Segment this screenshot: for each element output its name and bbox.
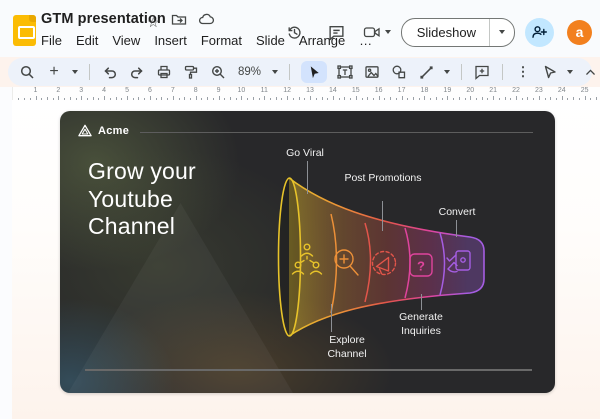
version-history-icon[interactable] xyxy=(279,16,311,48)
new-slide-dropdown-icon[interactable] xyxy=(72,70,78,74)
funnel-label-post-promotions[interactable]: Post Promotions xyxy=(343,172,423,186)
label-connector-post-promotions xyxy=(382,201,383,231)
meet-camera-control[interactable] xyxy=(363,24,391,40)
star-icon[interactable]: ☆ xyxy=(147,14,160,30)
slideshow-button[interactable]: Slideshow xyxy=(402,19,489,46)
slideshow-dropdown[interactable] xyxy=(489,19,514,46)
person-add-icon xyxy=(531,24,548,40)
main-toolbar: + 89% xyxy=(8,58,592,86)
add-comment-icon[interactable] xyxy=(473,63,491,81)
funnel-label-convert[interactable]: Convert xyxy=(417,206,497,220)
toolbar-divider xyxy=(289,64,290,80)
funnel-label-go-viral[interactable]: Go Viral xyxy=(265,147,345,161)
new-slide-button[interactable]: + xyxy=(45,63,63,81)
menu-edit[interactable]: Edit xyxy=(69,31,105,50)
svg-text:?: ? xyxy=(417,259,425,274)
share-button[interactable] xyxy=(525,18,554,47)
toolbar-divider xyxy=(461,64,462,80)
text-box-icon[interactable] xyxy=(336,63,354,81)
move-folder-icon[interactable] xyxy=(171,11,187,32)
account-avatar[interactable]: a xyxy=(567,20,592,45)
slideshow-split-button: Slideshow xyxy=(401,18,515,47)
undo-icon[interactable] xyxy=(101,63,119,81)
slides-icon-fold xyxy=(29,15,36,22)
menu-format[interactable]: Format xyxy=(194,31,249,50)
app-header: GTM presentation ☆ File Edit View Insert… xyxy=(0,0,600,57)
zoom-level-value[interactable]: 89% xyxy=(236,66,263,78)
zoom-in-icon[interactable] xyxy=(209,63,227,81)
comment-icon[interactable] xyxy=(321,16,353,48)
collapse-toolbar-icon[interactable] xyxy=(581,63,599,81)
editor-canvas[interactable]: Acme Grow your Youtube Channel xyxy=(12,100,600,419)
pen-tools-dropdown-icon[interactable] xyxy=(567,70,573,74)
slides-icon-inner xyxy=(18,26,35,39)
funnel-mouth xyxy=(279,178,301,336)
label-connector-convert xyxy=(456,220,457,237)
slides-app-icon[interactable] xyxy=(13,15,36,46)
camera-icon xyxy=(363,24,382,40)
chevron-down-icon xyxy=(499,30,505,34)
menu-file[interactable]: File xyxy=(34,31,69,50)
horizontal-ruler[interactable]: 1234567891011121314151617181920212223242… xyxy=(12,87,600,100)
label-connector-generate-inquiries xyxy=(421,294,422,310)
toolbar-divider xyxy=(502,64,503,80)
paint-format-icon[interactable] xyxy=(182,63,200,81)
pen-tools-icon[interactable] xyxy=(541,63,559,81)
label-connector-go-viral xyxy=(307,161,308,194)
search-menus-icon[interactable] xyxy=(18,63,36,81)
label-connector-explore-channel xyxy=(331,304,332,332)
insert-line-icon[interactable] xyxy=(417,63,435,81)
select-tool-active[interactable] xyxy=(301,61,327,83)
chevron-down-icon xyxy=(385,30,391,34)
insert-shape-icon[interactable] xyxy=(390,63,408,81)
slide-canvas[interactable]: Acme Grow your Youtube Channel xyxy=(60,111,555,393)
more-options-icon[interactable]: ⋮ xyxy=(514,63,532,81)
insert-image-icon[interactable] xyxy=(363,63,381,81)
print-icon[interactable] xyxy=(155,63,173,81)
toolbar-divider xyxy=(89,64,90,80)
funnel-label-explore-channel[interactable]: Explore Channel xyxy=(315,334,379,361)
menu-view[interactable]: View xyxy=(105,31,147,50)
cloud-saved-icon[interactable] xyxy=(198,12,215,32)
zoom-dropdown-icon[interactable] xyxy=(272,70,278,74)
menu-insert[interactable]: Insert xyxy=(147,31,194,50)
funnel-label-generate-inquiries[interactable]: Generate Inquiries xyxy=(386,311,456,338)
line-dropdown-icon[interactable] xyxy=(444,70,450,74)
redo-icon[interactable] xyxy=(128,63,146,81)
